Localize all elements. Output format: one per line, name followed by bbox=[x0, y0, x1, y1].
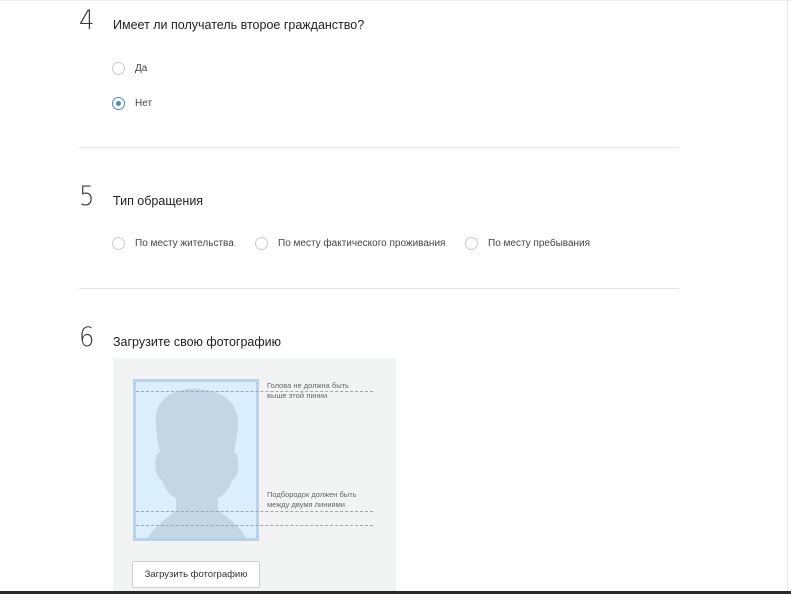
radio-option-actual-residence[interactable]: По месту фактического проживания bbox=[255, 237, 445, 250]
head-line-hint: Голова не должна быть выше этой линии bbox=[267, 381, 349, 401]
step-number-5: 5 bbox=[79, 181, 95, 212]
step-number-4: 4 bbox=[79, 5, 95, 36]
radio-option-residence[interactable]: По месту жительства bbox=[112, 237, 234, 250]
radio-label-residence: По месту жительства bbox=[135, 238, 234, 249]
radio-button-residence[interactable] bbox=[112, 237, 125, 250]
person-silhouette-icon bbox=[148, 388, 246, 538]
section-divider bbox=[79, 147, 679, 148]
chin-line-hint-line1: Подбородок должен быть bbox=[267, 490, 357, 499]
application-form: 4 Имеет ли получатель второе гражданство… bbox=[0, 0, 791, 594]
chin-line-hint-line2: между двумя линиями bbox=[267, 500, 345, 509]
right-border bbox=[787, 0, 788, 594]
head-line-hint-line1: Голова не должна быть bbox=[267, 381, 349, 390]
question-upload-photo: Загрузите свою фотографию bbox=[113, 335, 281, 349]
chin-upper-line bbox=[136, 511, 373, 512]
question-second-citizenship: Имеет ли получатель второе гражданство? bbox=[113, 18, 365, 32]
head-line-hint-line2: выше этой линии bbox=[267, 391, 328, 400]
step-number-6: 6 bbox=[79, 322, 95, 353]
radio-button-yes[interactable] bbox=[112, 62, 125, 75]
top-border bbox=[0, 0, 791, 1]
radio-option-stay[interactable]: По месту пребывания bbox=[465, 237, 590, 250]
radio-option-yes[interactable]: Да bbox=[112, 62, 147, 75]
radio-option-no[interactable]: Нет bbox=[112, 97, 152, 110]
radio-label-no: Нет bbox=[135, 98, 153, 109]
upload-photo-button[interactable]: Загрузить фотографию bbox=[132, 561, 260, 588]
radio-button-actual-residence[interactable] bbox=[255, 237, 268, 250]
radio-button-no[interactable] bbox=[112, 97, 125, 110]
radio-label-yes: Да bbox=[135, 63, 148, 74]
radio-label-actual-residence: По месту фактического проживания bbox=[278, 238, 446, 249]
photo-preview-frame bbox=[133, 379, 259, 541]
chin-line-hint: Подбородок должен быть между двумя линия… bbox=[267, 490, 357, 510]
question-request-type: Тип обращения bbox=[113, 194, 204, 208]
radio-button-stay[interactable] bbox=[465, 237, 478, 250]
radio-label-stay: По месту пребывания bbox=[488, 238, 591, 249]
chin-lower-line bbox=[136, 525, 373, 526]
section-divider bbox=[79, 288, 679, 289]
